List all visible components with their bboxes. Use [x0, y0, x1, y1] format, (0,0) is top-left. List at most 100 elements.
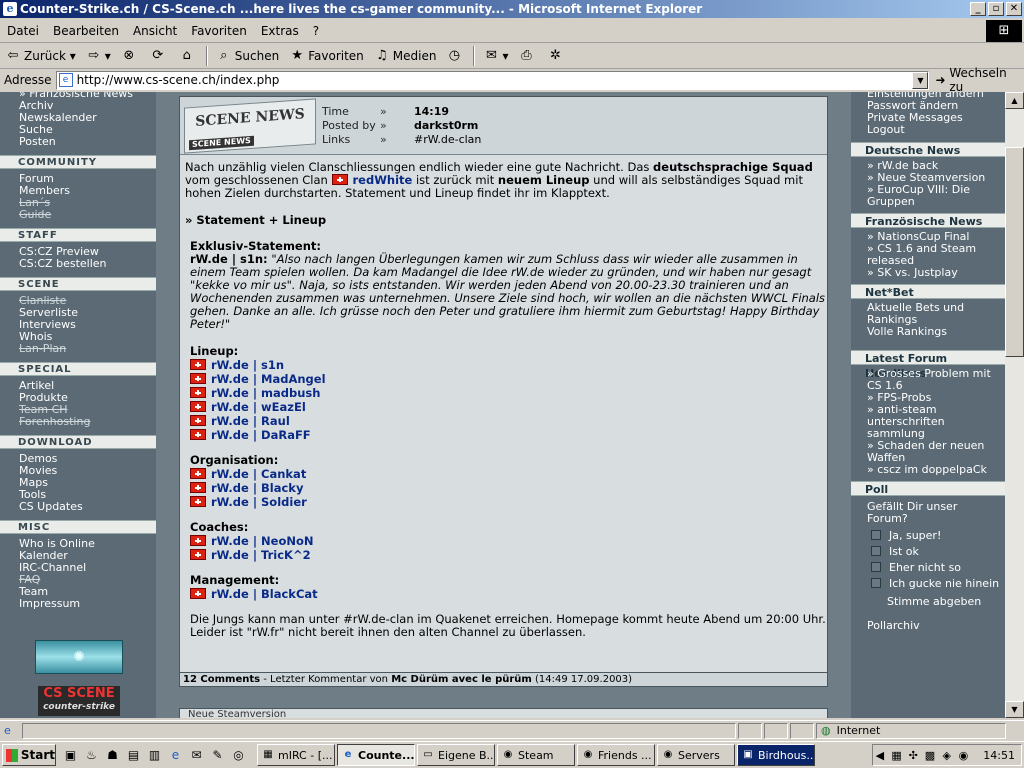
menu-extras[interactable]: Extras — [254, 24, 306, 38]
comments-link[interactable]: 12 Comments — [183, 674, 260, 685]
poll-checkbox[interactable] — [871, 530, 881, 540]
list-item[interactable]: rW.de | Blacky — [190, 481, 827, 495]
coach-link[interactable]: rW.de | NeoNoN — [211, 534, 314, 548]
member-link[interactable]: rW.de | Cankat — [211, 467, 306, 481]
stop-button[interactable]: ⊗ — [116, 45, 145, 67]
forward-button[interactable]: ⇨ ▾ — [81, 45, 116, 67]
quicklaunch-ie-icon[interactable]: e — [167, 747, 184, 764]
cs-scene-banner[interactable]: CS SCENE counter-strike — [38, 686, 120, 716]
news-link[interactable]: » SK vs. Justplay — [867, 267, 1001, 279]
tray-app-icon[interactable]: ◈ — [940, 749, 954, 762]
meta-links-value[interactable]: #rW.de-clan — [414, 133, 481, 147]
mail-button[interactable]: ✉ ▾ — [478, 45, 513, 67]
quicklaunch-app-icon[interactable]: ◎ — [230, 747, 247, 764]
netbet-link[interactable]: Aktuelle Bets und Rankings — [867, 302, 1001, 326]
poll-checkbox[interactable] — [871, 546, 881, 556]
network-icon[interactable]: ▦ — [890, 749, 904, 762]
poll-checkbox[interactable] — [871, 562, 881, 572]
player-link[interactable]: rW.de | madbush — [211, 386, 320, 400]
meta-author-link[interactable]: darkst0rm — [414, 119, 478, 133]
coach-link[interactable]: rW.de | TricK^2 — [211, 548, 311, 562]
task-steam[interactable]: ◉ Steam — [497, 744, 575, 766]
list-item[interactable]: rW.de | wEazEl — [190, 400, 827, 414]
vote-button[interactable]: Stimme abgeben — [867, 596, 1001, 610]
news-link[interactable]: » EuroCup VIII: Die Gruppen — [867, 184, 1001, 208]
player-link[interactable]: rW.de | s1n — [211, 358, 284, 372]
list-item[interactable]: rW.de | madbush — [190, 386, 827, 400]
list-item[interactable]: rW.de | Raul — [190, 414, 827, 428]
netbet-link[interactable]: Volle Rankings — [867, 326, 1001, 338]
go-button[interactable]: ➜ Wechseln zu — [935, 66, 1024, 94]
refresh-button[interactable]: ⟳ — [145, 45, 174, 67]
news-link[interactable]: » CS 1.6 and Steam released — [867, 243, 1001, 267]
vertical-scrollbar[interactable]: ▲ ▼ — [1005, 92, 1024, 718]
quicklaunch-app-icon[interactable]: ☗ — [104, 747, 121, 764]
media-button[interactable]: ♫ Medien — [369, 45, 442, 67]
poll-option[interactable]: Ich gucke nie hinein — [871, 575, 1001, 591]
poll-option[interactable]: Eher nicht so — [871, 559, 1001, 575]
forum-headline-link[interactable]: » Grosses Problem mit CS 1.6 — [867, 368, 1001, 392]
quicklaunch-app-icon[interactable]: ▥ — [146, 747, 163, 764]
list-item[interactable]: rW.de | MadAngel — [190, 372, 827, 386]
list-item[interactable]: rW.de | NeoNoN — [190, 534, 827, 548]
quicklaunch-app-icon[interactable]: ✎ — [209, 747, 226, 764]
task-birdhouse[interactable]: ▣ Birdhous... — [737, 744, 815, 766]
menu-help[interactable]: ? — [306, 24, 326, 38]
nav-item-guide[interactable]: Guide — [19, 209, 156, 221]
clan-link[interactable]: redWhite — [353, 173, 413, 187]
player-link[interactable]: rW.de | DaRaFF — [211, 428, 311, 442]
list-item[interactable]: rW.de | TricK^2 — [190, 548, 827, 562]
messenger-button[interactable]: ✲ — [543, 45, 572, 67]
forum-headline-link[interactable]: » Schaden der neuen Waffen — [867, 440, 1001, 464]
forum-headline-link[interactable]: » anti-steam unterschriften sammlung — [867, 404, 1001, 440]
member-link[interactable]: rW.de | Soldier — [211, 495, 307, 509]
list-item[interactable]: rW.de | Soldier — [190, 495, 827, 509]
nav-item-cscz-bestellen[interactable]: CS:CZ bestellen — [19, 258, 156, 270]
favorites-button[interactable]: ★ Favoriten — [284, 45, 369, 67]
logout-link[interactable]: Logout — [867, 124, 1001, 136]
list-item[interactable]: rW.de | BlackCat — [190, 587, 827, 601]
minimize-button[interactable]: _ — [970, 2, 986, 16]
list-item[interactable]: rW.de | DaRaFF — [190, 428, 827, 442]
menu-ansicht[interactable]: Ansicht — [126, 24, 184, 38]
nav-item-lan-plan[interactable]: Lan-Plan — [19, 343, 156, 355]
steam-tray-icon[interactable]: ◉ — [957, 749, 971, 762]
last-comment-author[interactable]: Mc Dürüm avec le pürüm — [391, 674, 532, 685]
player-link[interactable]: rW.de | Raul — [211, 414, 290, 428]
task-eigene-bilder[interactable]: ▭ Eigene B... — [417, 744, 495, 766]
address-dropdown-icon[interactable]: ▼ — [912, 71, 929, 89]
maximize-button[interactable]: ▫ — [988, 2, 1004, 16]
member-link[interactable]: rW.de | Blacky — [211, 481, 303, 495]
history-button[interactable]: ◷ — [441, 45, 470, 67]
search-button[interactable]: ⌕ Suchen — [211, 45, 284, 67]
menu-favoriten[interactable]: Favoriten — [184, 24, 254, 38]
start-button[interactable]: Start — [2, 744, 56, 766]
task-servers[interactable]: ◉ Servers — [657, 744, 735, 766]
quicklaunch-app-icon[interactable]: ▤ — [125, 747, 142, 764]
scroll-up-icon[interactable]: ▲ — [1005, 92, 1024, 109]
print-button[interactable]: ⎙ — [514, 45, 543, 67]
task-friends[interactable]: ◉ Friends ... — [577, 744, 655, 766]
home-button[interactable]: ⌂ — [174, 45, 203, 67]
nav-item-impressum[interactable]: Impressum — [19, 598, 156, 610]
address-input[interactable]: e http://www.cs-scene.ch/index.php ▼ — [55, 70, 930, 90]
manager-link[interactable]: rW.de | BlackCat — [211, 587, 318, 601]
scroll-thumb[interactable] — [1005, 147, 1024, 357]
forum-headline-link[interactable]: » cscz im doppelpaCk — [867, 464, 1001, 476]
menu-datei[interactable]: Datei — [0, 24, 46, 38]
scroll-down-icon[interactable]: ▼ — [1005, 701, 1024, 718]
poll-option[interactable]: Ist ok — [871, 543, 1001, 559]
player-link[interactable]: rW.de | MadAngel — [211, 372, 326, 386]
statement-toggle-link[interactable]: » Statement + Lineup — [185, 214, 827, 227]
next-article-header[interactable]: Neue Steamversion — [179, 708, 828, 718]
poll-archive-link[interactable]: Pollarchiv — [867, 620, 1001, 632]
task-counterstrike-ie[interactable]: e Counte... — [337, 744, 415, 766]
list-item[interactable]: rW.de | Cankat — [190, 467, 827, 481]
quicklaunch-app-icon[interactable]: ✉ — [188, 747, 205, 764]
poll-checkbox[interactable] — [871, 578, 881, 588]
tray-app-icon[interactable]: ✣ — [906, 749, 920, 762]
back-button[interactable]: ⇦ Zurück ▾ — [0, 45, 81, 67]
nav-item-forenhosting[interactable]: Forenhosting — [19, 416, 156, 428]
menu-bearbeiten[interactable]: Bearbeiten — [46, 24, 126, 38]
poll-option[interactable]: Ja, super! — [871, 527, 1001, 543]
